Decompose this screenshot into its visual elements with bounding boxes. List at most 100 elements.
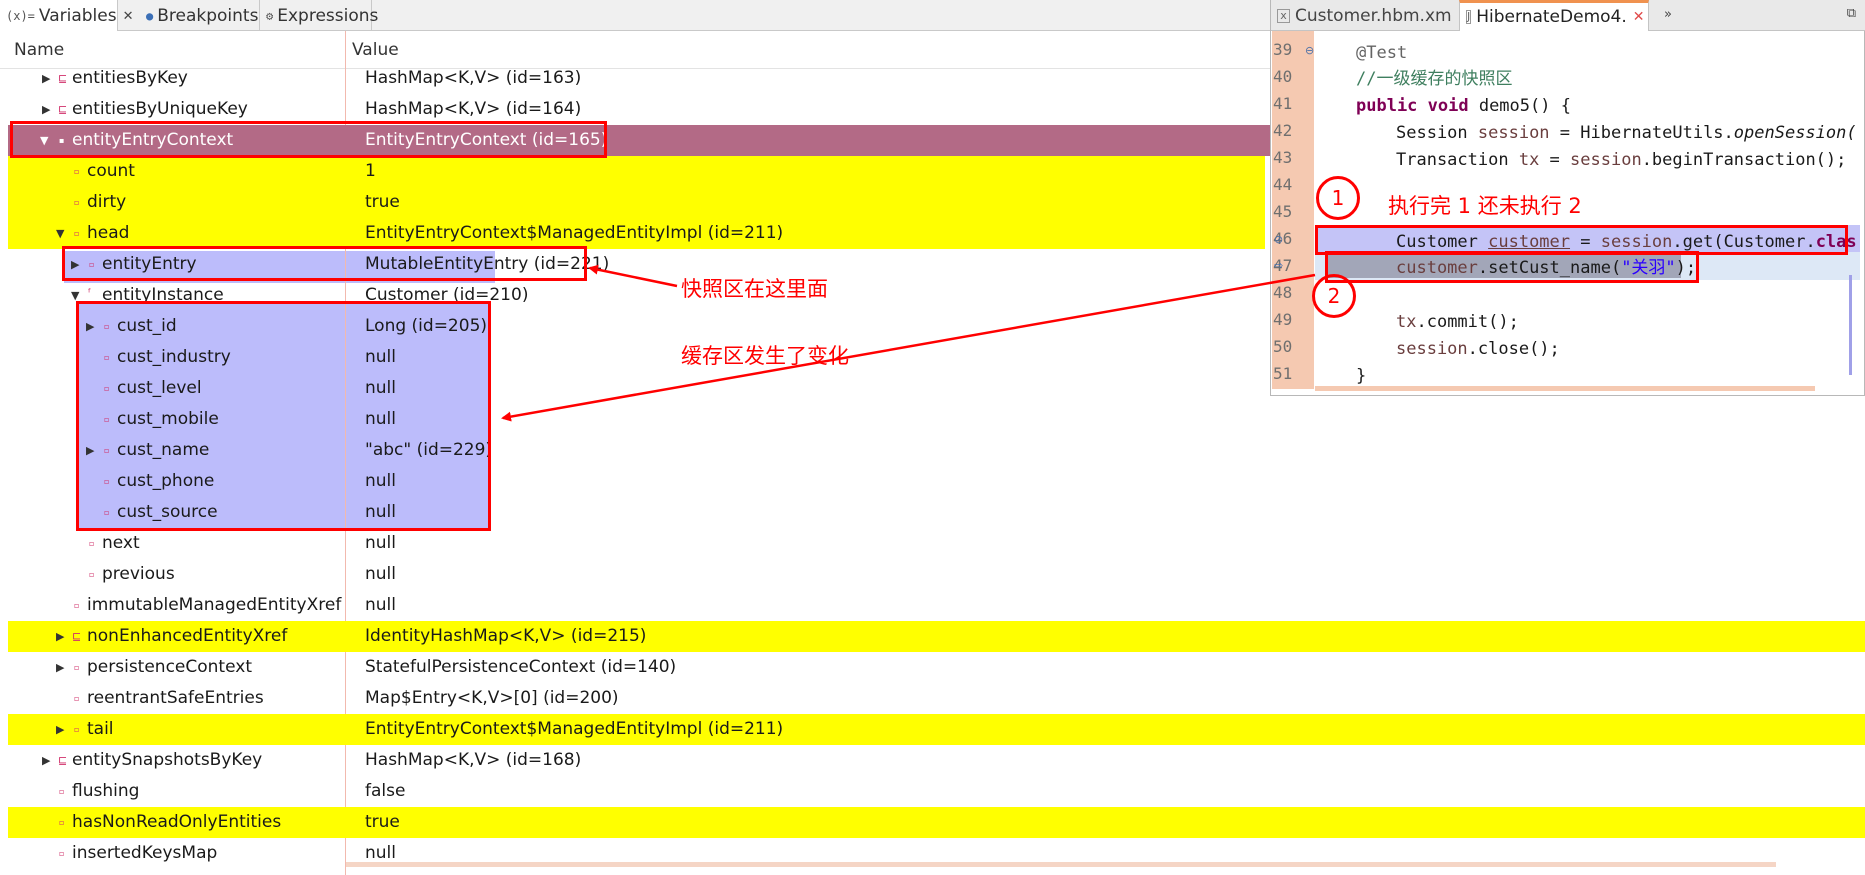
java-file-icon: J <box>1466 10 1472 24</box>
scrollbar-thumb[interactable] <box>1849 275 1852 375</box>
editor-horizontal-scrollbar[interactable] <box>1315 386 1815 391</box>
expand-arrow-icon[interactable]: ▶ <box>56 714 64 745</box>
field-icon: ⊑ <box>58 754 68 767</box>
tree-row[interactable]: ▶ ▫ persistenceContext StatefulPersisten… <box>8 652 1865 683</box>
annotation-token: @Test <box>1356 43 1408 63</box>
tree-row[interactable]: ▫ previous null <box>8 559 1865 590</box>
field-icon: ⊑ <box>72 630 82 643</box>
expand-arrow-icon[interactable]: ▶ <box>56 621 64 652</box>
editor-tab-label: Customer.hbm.xm <box>1295 5 1452 26</box>
variable-value: Map$Entry<K,V>[0] (id=200) <box>365 688 619 708</box>
collapse-arrow-icon[interactable]: ▼ <box>56 218 64 249</box>
editor-tab-label: HibernateDemo4. <box>1476 7 1627 27</box>
maximize-icon[interactable]: ⧉ <box>1847 6 1856 21</box>
variable-token: tx <box>1396 312 1417 332</box>
fold-icon[interactable]: ⊖ <box>1305 44 1314 57</box>
expand-arrow-icon[interactable]: ▶ <box>56 652 64 683</box>
variable-value: null <box>365 595 396 615</box>
code-token: Session <box>1396 123 1478 143</box>
line-number: 49 <box>1273 310 1293 329</box>
field-icon: ▫ <box>74 198 80 207</box>
keyword-token: public void <box>1356 96 1469 116</box>
field-icon: ▫ <box>74 694 80 703</box>
xml-file-icon: x <box>1277 8 1290 23</box>
method-token: openSession( <box>1733 123 1857 143</box>
vertical-scrollbar[interactable] <box>1846 40 1858 380</box>
tab-overflow-icon[interactable]: » <box>1664 7 1672 22</box>
variable-value: HashMap<K,V> (id=163) <box>365 68 582 88</box>
variable-value: HashMap<K,V> (id=168) <box>365 750 582 770</box>
variable-value: 1 <box>365 161 376 181</box>
breakpoint-icon[interactable]: ⊘ <box>1274 233 1283 246</box>
code-line-49[interactable]: tx.commit(); <box>1396 309 1519 336</box>
tree-row-changed[interactable]: ▫ dirty true <box>8 187 1265 218</box>
tree-row-changed[interactable]: ▶ ▫ tail EntityEntryContext$ManagedEntit… <box>8 714 1865 745</box>
code-line-42[interactable]: Session session = HibernateUtils.openSes… <box>1396 120 1857 147</box>
tab-expressions[interactable]: ⚙ Expressions <box>260 0 378 31</box>
horizontal-scrollbar[interactable] <box>346 862 1776 867</box>
tree-row-changed[interactable]: ▶ ⊑ nonEnhancedEntityXref IdentityHashMa… <box>8 621 1865 652</box>
tab-variables[interactable]: (x)= Variables ✕ <box>0 0 134 32</box>
code-line-43[interactable]: Transaction tx = session.beginTransactio… <box>1396 147 1846 174</box>
line-number: 50 <box>1273 337 1293 356</box>
code-token: .beginTransaction(); <box>1641 150 1847 170</box>
tab-breakpoints[interactable]: ● Breakpoints <box>140 0 260 31</box>
close-icon[interactable]: ✕ <box>123 9 134 24</box>
tab-hibernate-demo4[interactable]: J HibernateDemo4. ✕ <box>1459 0 1649 31</box>
variable-name: hasNonReadOnlyEntities <box>72 812 282 832</box>
expand-arrow-icon[interactable]: ▶ <box>42 63 50 94</box>
code-token: .commit(); <box>1416 312 1519 332</box>
tree-row[interactable]: ▫ flushing false <box>8 776 1865 807</box>
editor-tabbar: x Customer.hbm.xm J HibernateDemo4. ✕ » … <box>1271 0 1865 31</box>
field-icon: ▫ <box>89 539 95 548</box>
variable-value: EntityEntryContext$ManagedEntityImpl (id… <box>365 719 784 739</box>
variable-name: nonEnhancedEntityXref <box>87 626 288 646</box>
variable-name: flushing <box>72 781 140 801</box>
code-line-39[interactable]: @Test <box>1356 40 1407 67</box>
annotation-step-text: 执行完 1 还未执行 2 <box>1388 194 1582 218</box>
field-icon: ▫ <box>74 725 80 734</box>
variables-icon: (x)= <box>6 9 35 23</box>
variable-value: false <box>365 781 406 801</box>
expand-arrow-icon[interactable]: ▶ <box>42 745 50 776</box>
annotation-box-entity-entry <box>62 246 587 281</box>
tree-row-changed[interactable]: ▼ ▫ head EntityEntryContext$ManagedEntit… <box>8 218 1265 249</box>
annotation-box-entity-instance <box>76 301 491 531</box>
tree-row[interactable]: ▶ ⊑ entitySnapshotsByKey HashMap<K,V> (i… <box>8 745 1865 776</box>
annotation-circle-2: 2 <box>1312 274 1356 318</box>
code-token: } <box>1356 366 1367 386</box>
tree-row[interactable]: ▫ next null <box>8 528 1865 559</box>
code-line-41[interactable]: public void demo5() { <box>1356 93 1571 120</box>
annotation-box-context <box>10 121 607 158</box>
debug-view-tabbar: (x)= Variables ✕ ● Breakpoints ⚙ Express… <box>0 0 1270 32</box>
code-line-40[interactable]: //一级缓存的快照区 <box>1356 66 1512 93</box>
tree-row[interactable]: ▫ reentrantSafeEntries Map$Entry<K,V>[0]… <box>8 683 1865 714</box>
expressions-icon: ⚙ <box>266 8 274 23</box>
tab-customer-hbm-xml[interactable]: x Customer.hbm.xm <box>1271 0 1459 31</box>
field-icon: ▫ <box>59 787 65 796</box>
variable-token: session <box>1570 150 1642 170</box>
annotation-cache-text: 缓存区发生了变化 <box>681 344 849 368</box>
tree-row[interactable]: ▫ immutableManagedEntityXref null <box>8 590 1865 621</box>
line-number: 41 <box>1273 94 1293 113</box>
field-icon: ▫ <box>59 818 65 827</box>
annotation-snapshot-text: 快照区在这里面 <box>681 277 828 301</box>
field-icon: ▫ <box>74 167 80 176</box>
variable-name: count <box>87 161 135 181</box>
tree-row-changed[interactable]: ▫ count 1 <box>8 156 1265 187</box>
variable-token: tx <box>1518 150 1540 170</box>
variable-name: immutableManagedEntityXref <box>87 595 342 615</box>
annotation-circle-1: 1 <box>1316 176 1360 220</box>
close-icon[interactable]: ✕ <box>1633 9 1645 25</box>
variable-value: true <box>365 192 400 212</box>
variable-name: head <box>87 223 130 243</box>
variable-value: EntityEntryContext$ManagedEntityImpl (id… <box>365 223 784 243</box>
line-number: 43 <box>1273 148 1293 167</box>
variable-value: null <box>365 564 396 584</box>
line-number: 44 <box>1273 175 1293 194</box>
tree-row-changed[interactable]: ▫ hasNonReadOnlyEntities true <box>8 807 1865 838</box>
variable-name: next <box>102 533 140 553</box>
code-line-50[interactable]: session.close(); <box>1396 336 1560 363</box>
variable-token: session <box>1396 339 1468 359</box>
field-icon: ▫ <box>59 849 65 858</box>
